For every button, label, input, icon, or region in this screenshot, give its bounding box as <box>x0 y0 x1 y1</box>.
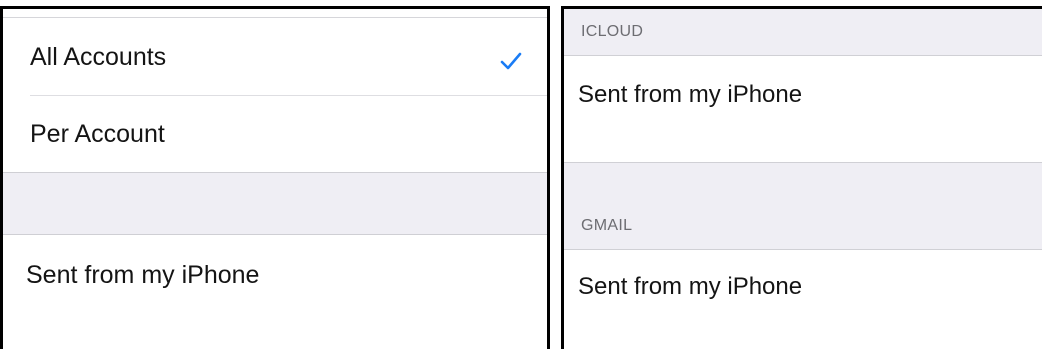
option-per-account-label: Per Account <box>30 120 165 148</box>
option-per-account[interactable]: Per Account <box>3 96 547 173</box>
option-all-accounts-label: All Accounts <box>30 43 167 71</box>
signature-text: Sent from my iPhone <box>26 261 260 289</box>
signature-text-area[interactable]: Sent from my iPhone <box>3 235 547 349</box>
section-header-icloud: ICLOUD <box>581 23 644 40</box>
group-spacer <box>3 172 547 235</box>
gmail-signature-text-area[interactable]: Sent from my iPhone <box>564 249 1042 349</box>
signature-scope-panel: All Accounts Per Account Sent from my iP… <box>0 6 550 349</box>
icloud-signature-text-area[interactable]: Sent from my iPhone <box>564 55 1042 163</box>
gmail-signature-text: Sent from my iPhone <box>578 273 803 300</box>
checkmark-icon <box>500 52 522 70</box>
per-account-signature-panel: ICLOUD Sent from my iPhone GMAIL Sent fr… <box>561 6 1042 349</box>
option-all-accounts[interactable]: All Accounts <box>3 18 547 95</box>
icloud-signature-text: Sent from my iPhone <box>578 81 803 108</box>
section-header-gmail: GMAIL <box>581 217 633 234</box>
